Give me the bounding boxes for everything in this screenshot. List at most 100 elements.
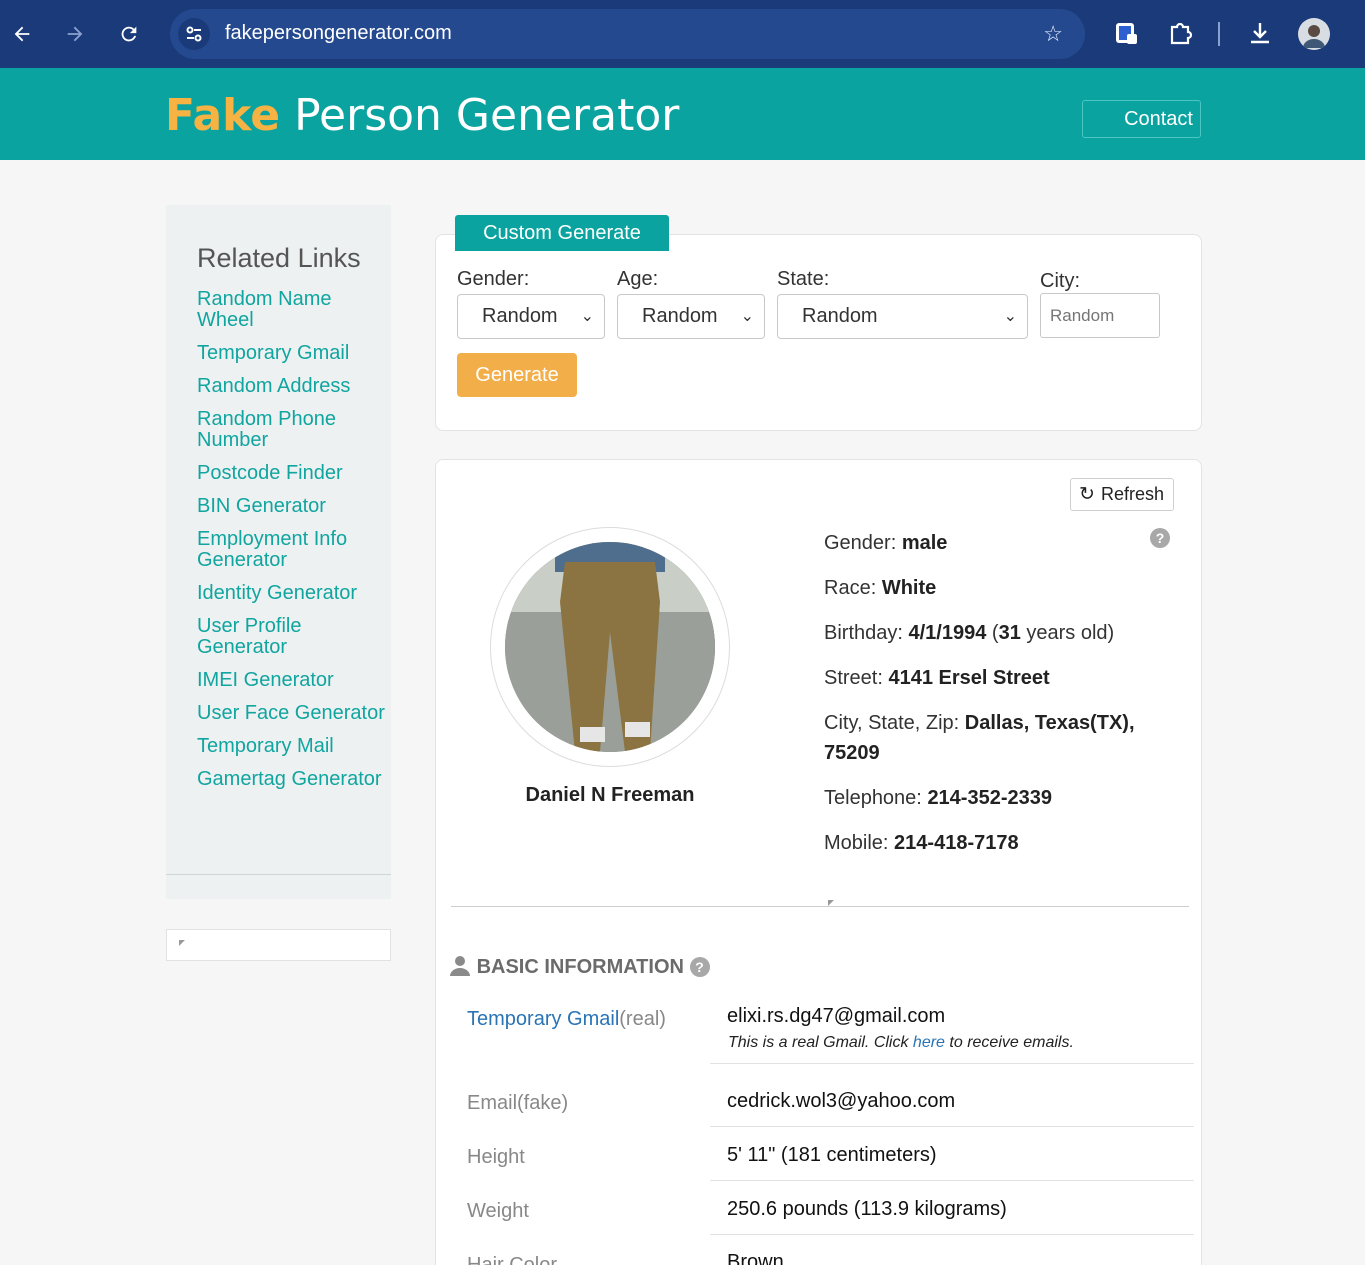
row-divider (710, 1063, 1194, 1064)
gmail-key: Temporary Gmail(real) (467, 1008, 666, 1031)
gmail-here-link[interactable]: here (913, 1034, 945, 1051)
refresh-icon: ↻ (1079, 484, 1095, 505)
refresh-button[interactable]: ↻ Refresh (1070, 478, 1174, 511)
city-label: City: (1040, 270, 1080, 292)
city-input[interactable] (1040, 293, 1160, 338)
related-links-list: Random Name Wheel Temporary Gmail Random… (197, 289, 387, 802)
user-icon (450, 956, 470, 976)
link-postcode-finder[interactable]: Postcode Finder (197, 463, 387, 484)
link-bin-generator[interactable]: BIN Generator (197, 496, 387, 517)
forward-icon[interactable] (57, 16, 93, 52)
custom-generate-tab[interactable]: Custom Generate (455, 215, 669, 251)
weight-key: Weight (467, 1200, 529, 1222)
link-random-phone-number[interactable]: Random Phone Number (197, 409, 387, 451)
fact-birthday-value: 4/1/1994 (908, 622, 987, 644)
toolbar-separator (1218, 22, 1220, 46)
gender-label: Gender: (457, 268, 530, 290)
person-photo-frame (490, 527, 730, 767)
link-gamertag-generator[interactable]: Gamertag Generator (197, 769, 387, 790)
fact-age-value: 31 (998, 622, 1021, 644)
fact-race-value: White (881, 577, 937, 599)
refresh-label: Refresh (1101, 484, 1165, 504)
site-settings-icon[interactable] (178, 18, 210, 50)
basic-info-title: BASIC INFORMATION (476, 956, 684, 978)
fact-gender-value: male (901, 532, 948, 554)
fact-csz-key: City, State, Zip: (824, 712, 960, 734)
fact-birthday: Birthday: 4/1/1994 (31 years old) (824, 622, 1115, 644)
bookmark-star-icon[interactable]: ☆ (1043, 21, 1063, 47)
fact-mobile-key: Mobile: (824, 832, 889, 854)
fact-street-key: Street: (824, 667, 883, 689)
help-icon[interactable]: ? (689, 957, 710, 977)
fact-street-value: 4141 Ersel Street (888, 667, 1050, 689)
gmail-value[interactable]: elixi.rs.dg47@gmail.com (727, 1005, 945, 1028)
fact-telephone-value: 214-352-2339 (927, 787, 1052, 809)
profile-avatar[interactable] (1298, 18, 1330, 50)
hair-color-key: Hair Color (467, 1254, 558, 1265)
custom-generate-panel: Gender: Random ⌄ Age: Random ⌄ State: Ra… (435, 234, 1202, 431)
fact-gender: Gender: male (824, 528, 1154, 558)
basic-info-heading: BASIC INFORMATION ? (449, 954, 710, 979)
email-key: Email(fake) (467, 1092, 569, 1114)
link-employment-info-generator[interactable]: Employment Info Generator (197, 529, 387, 571)
link-random-address[interactable]: Random Address (197, 376, 387, 397)
age-select-value: Random (642, 305, 718, 327)
back-icon[interactable] (4, 16, 40, 52)
row-divider (710, 1126, 1194, 1127)
link-temporary-mail[interactable]: Temporary Mail (197, 736, 387, 757)
link-random-name-wheel[interactable]: Random Name Wheel (197, 289, 387, 331)
state-label: State: (777, 268, 830, 290)
sidebar-title: Related Links (197, 243, 361, 273)
logo-fake[interactable]: Fake (165, 90, 280, 141)
person-facts: Gender: male Race: White Birthday: 4/1/1… (824, 528, 1154, 873)
age-select[interactable]: Random ⌄ (617, 294, 765, 339)
site-logo[interactable]: Fake Person Generator (165, 90, 679, 141)
state-select[interactable]: Random ⌄ (777, 294, 1028, 339)
link-identity-generator[interactable]: Identity Generator (197, 583, 387, 604)
height-value: 5' 11" (181 centimeters) (727, 1144, 937, 1166)
email-value[interactable]: cedrick.wol3@yahoo.com (727, 1090, 955, 1113)
fact-age-suffix: years old) (1020, 622, 1115, 644)
gender-select[interactable]: Random ⌄ (457, 294, 605, 339)
fact-city-state-zip: City, State, Zip: Dallas, Texas(TX), 752… (824, 708, 1154, 768)
fact-gender-key: Gender: (824, 532, 897, 554)
link-user-face-generator[interactable]: User Face Generator (197, 703, 387, 724)
reload-icon[interactable] (111, 16, 147, 52)
state-select-value: Random (802, 305, 878, 327)
url-text[interactable]: fakepersongenerator.com (225, 22, 452, 45)
fact-telephone-key: Telephone: (824, 787, 922, 809)
chevron-down-icon: ⌄ (1003, 308, 1017, 325)
row-divider (710, 1180, 1194, 1181)
contact-button[interactable]: Contact (1082, 100, 1201, 138)
broken-image-icon (179, 940, 185, 946)
hair-color-value: Brown (727, 1251, 784, 1265)
gmail-note-post: to receive emails. (944, 1034, 1074, 1051)
gmail-note-pre: This is a real Gmail. Click (728, 1034, 913, 1051)
link-user-profile-generator[interactable]: User Profile Generator (197, 616, 387, 658)
fact-mobile: Mobile: 214-418-7178 (824, 828, 1154, 858)
fact-race: Race: White (824, 573, 1154, 603)
link-temporary-gmail[interactable]: Temporary Gmail (197, 343, 387, 364)
person-result-panel: ↻ Refresh ? Daniel N Freeman Gender: mal… (435, 459, 1202, 1265)
sidebar-ad-placeholder (166, 929, 391, 961)
gmail-note: This is a real Gmail. Click here to rece… (728, 1034, 1074, 1052)
fact-race-key: Race: (824, 577, 877, 599)
site-header: Fake Person Generator Contact (0, 68, 1365, 160)
weight-value: 250.6 pounds (113.9 kilograms) (727, 1198, 1007, 1220)
section-divider (451, 906, 1189, 907)
age-label: Age: (617, 268, 659, 290)
extension-shield-icon[interactable] (1113, 20, 1139, 46)
chevron-down-icon: ⌄ (740, 308, 754, 325)
generate-button[interactable]: Generate (457, 353, 577, 397)
download-icon[interactable] (1247, 20, 1273, 46)
related-links-sidebar: Related Links Random Name Wheel Temporar… (166, 205, 391, 899)
logo-rest[interactable]: Person Generator (280, 90, 679, 141)
extensions-puzzle-icon[interactable] (1167, 20, 1193, 46)
sidebar-divider (166, 874, 391, 875)
row-divider (710, 1234, 1194, 1235)
gender-select-value: Random (482, 305, 558, 327)
temporary-gmail-link[interactable]: Temporary Gmail (467, 1008, 619, 1030)
address-bar[interactable]: fakepersongenerator.com ☆ (170, 9, 1085, 59)
browser-toolbar: fakepersongenerator.com ☆ (0, 0, 1365, 68)
link-imei-generator[interactable]: IMEI Generator (197, 670, 387, 691)
